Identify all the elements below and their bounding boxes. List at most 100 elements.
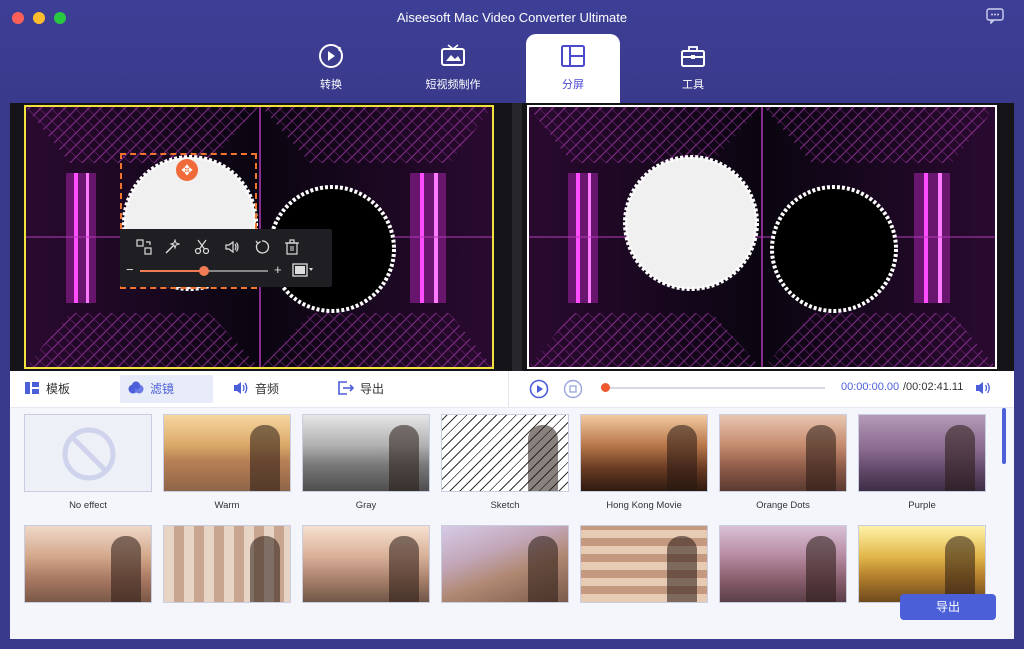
- trash-icon[interactable]: [284, 239, 300, 255]
- filter-thumbnail[interactable]: [580, 414, 708, 492]
- filter-item[interactable]: Sketch: [441, 414, 569, 512]
- no-effect-icon: [62, 427, 116, 481]
- tab-template-label: 模板: [46, 382, 71, 396]
- export-button[interactable]: 导出: [900, 594, 996, 620]
- tab-short-video[interactable]: 短视频制作: [406, 34, 500, 103]
- filter-label: Orange Dots: [756, 500, 810, 511]
- filter-thumbnail[interactable]: [441, 414, 569, 492]
- person-silhouette: [528, 425, 558, 491]
- person-silhouette: [806, 425, 836, 491]
- tab-short-video-label: 短视频制作: [425, 79, 481, 91]
- stop-icon[interactable]: [563, 379, 583, 399]
- tab-export[interactable]: 导出: [338, 375, 418, 403]
- filter-thumbnail[interactable]: [858, 414, 986, 492]
- volume-increase-icon[interactable]: +: [274, 262, 282, 277]
- filter-thumbnail[interactable]: [441, 525, 569, 603]
- current-time: 00:00:00.00: [841, 381, 900, 393]
- neon-tunnel-scene-output: [522, 103, 1014, 371]
- filter-item[interactable]: No effect: [24, 414, 152, 512]
- filter-label: [302, 611, 430, 623]
- playhead[interactable]: [601, 383, 610, 392]
- filter-item[interactable]: Warm: [163, 414, 291, 512]
- aspect-ratio-dropdown[interactable]: [292, 263, 328, 277]
- filter-grid: No effect Warm Gray Sketch Hong Kong Movie Or…: [10, 408, 1014, 639]
- feedback-chat-icon[interactable]: [986, 8, 1004, 24]
- bottom-toolbar: 模板 滤镜 音频 导出 00:00:00.00 /00:02:41.11: [10, 371, 1014, 408]
- person-silhouette: [250, 536, 280, 602]
- filter-thumbnail[interactable]: [858, 525, 986, 603]
- filter-thumbnail[interactable]: [719, 525, 847, 603]
- play-icon[interactable]: [529, 379, 549, 399]
- filter-label: [441, 611, 569, 623]
- filter-item[interactable]: Hong Kong Movie: [580, 414, 708, 512]
- filter-item[interactable]: Purple: [858, 414, 986, 512]
- filter-label: [580, 611, 708, 623]
- filter-label: Sketch: [490, 500, 520, 511]
- swap-icon[interactable]: [136, 239, 152, 255]
- volume-track[interactable]: [140, 266, 268, 276]
- rotate-icon[interactable]: [254, 239, 270, 255]
- template-icon: [25, 382, 39, 394]
- filter-item[interactable]: [24, 525, 152, 623]
- filter-thumbnail[interactable]: [163, 525, 291, 603]
- scissors-icon[interactable]: [194, 239, 210, 255]
- no-effect-thumbnail[interactable]: [24, 414, 152, 492]
- volume-fill: [140, 270, 204, 272]
- window-title: Aiseesoft Mac Video Converter Ultimate: [396, 10, 628, 25]
- filter-thumbnail[interactable]: [580, 525, 708, 603]
- tab-audio[interactable]: 音频: [233, 375, 313, 403]
- filter-thumbnail[interactable]: [302, 525, 430, 603]
- total-time: /00:02:41.11: [903, 381, 964, 393]
- person-silhouette: [945, 536, 975, 602]
- volume-icon[interactable]: [224, 239, 240, 255]
- volume-slider[interactable]: − +: [124, 262, 284, 277]
- filter-label: Warm: [214, 500, 240, 511]
- person-silhouette: [111, 536, 141, 602]
- volume-knob[interactable]: [199, 266, 209, 276]
- filter-item[interactable]: [719, 525, 847, 623]
- tab-filter[interactable]: 滤镜: [120, 375, 213, 403]
- preview-divider: [512, 103, 522, 371]
- tab-audio-label: 音频: [255, 382, 280, 396]
- export-icon: [338, 381, 354, 395]
- filter-label: Purple: [908, 500, 936, 511]
- filter-item[interactable]: [163, 525, 291, 623]
- person-silhouette: [667, 425, 697, 491]
- split-screen-icon: [561, 45, 585, 67]
- filter-icon: [128, 381, 144, 394]
- output-preview: [522, 103, 1014, 371]
- filter-item[interactable]: Orange Dots: [719, 414, 847, 512]
- filter-item[interactable]: [302, 525, 430, 623]
- tab-template[interactable]: 模板: [24, 375, 114, 403]
- magic-wand-icon[interactable]: [164, 239, 180, 255]
- editor-preview[interactable]: ✥ − +: [10, 103, 512, 371]
- tab-filter-label: 滤镜: [150, 382, 175, 396]
- filter-label: [163, 611, 291, 623]
- person-silhouette: [528, 536, 558, 602]
- convert-icon: [319, 44, 343, 68]
- filter-thumbnail[interactable]: [302, 414, 430, 492]
- person-silhouette: [389, 425, 419, 491]
- person-silhouette: [806, 536, 836, 602]
- audio-icon: [234, 382, 248, 394]
- tab-convert[interactable]: 转换: [284, 34, 378, 103]
- move-icon[interactable]: ✥: [176, 159, 198, 181]
- clip-edit-toolbar: − +: [120, 229, 332, 287]
- playback-progress-track[interactable]: [601, 383, 825, 392]
- filter-label: No effect: [69, 500, 107, 511]
- filter-item[interactable]: [441, 525, 569, 623]
- title-bar: Aiseesoft Mac Video Converter Ultimate 转…: [0, 0, 1024, 103]
- filter-item[interactable]: [580, 525, 708, 623]
- vertical-scrollbar[interactable]: [1002, 408, 1006, 464]
- filter-thumbnail[interactable]: [163, 414, 291, 492]
- filter-label: Gray: [355, 500, 377, 511]
- tab-split-screen-label: 分屏: [562, 79, 584, 91]
- filter-thumbnail[interactable]: [24, 525, 152, 603]
- speaker-icon[interactable]: [975, 380, 993, 396]
- volume-decrease-icon[interactable]: −: [126, 262, 134, 277]
- filter-label: [24, 611, 152, 623]
- tab-split-screen[interactable]: 分屏: [526, 34, 620, 103]
- filter-item[interactable]: Gray: [302, 414, 430, 512]
- filter-thumbnail[interactable]: [719, 414, 847, 492]
- tab-tools[interactable]: 工具: [646, 34, 740, 103]
